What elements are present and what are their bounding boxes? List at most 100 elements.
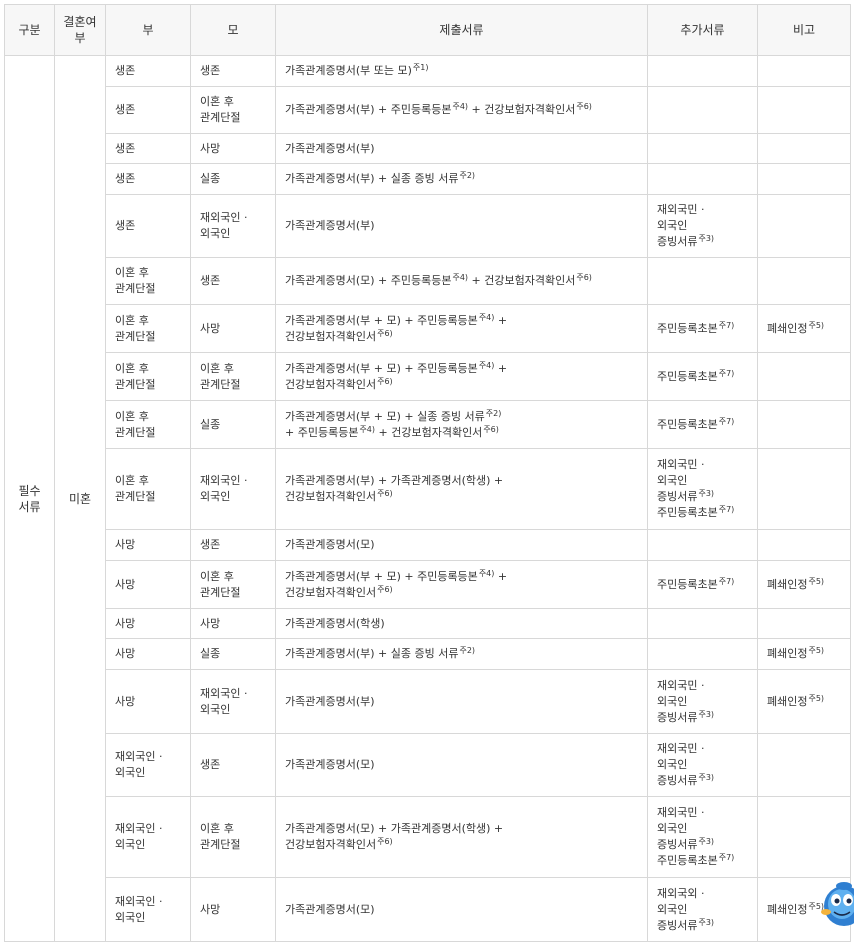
- note-cell: [757, 529, 851, 561]
- table-row: 사망 이혼 후 관계단절 가족관계증명서(부 + 모) + 주민등록등본주4) + 건강…: [5, 560, 851, 609]
- footnote-marker: 주6): [377, 376, 393, 386]
- submit-docs-text: 건강보험자격확인서: [285, 838, 377, 851]
- father-status-cell: 이혼 후 관계단절: [105, 352, 191, 401]
- father-status-cell: 생존: [105, 133, 191, 164]
- footnote-marker: 주5): [808, 693, 825, 703]
- note-cell: 폐쇄인정주5): [757, 669, 851, 734]
- submit-docs-text: 가족관계증명서(부): [285, 219, 375, 232]
- father-status-label: 이혼 후 관계단절: [115, 409, 156, 439]
- submit-docs-line: 가족관계증명서(부 + 모) + 주민등록등본주4) +: [285, 313, 638, 329]
- extra-docs-line: 증빙서류주3): [657, 234, 748, 250]
- submit-docs-text: 가족관계증명서(부) + 가족관계증명서(학생) +: [285, 474, 504, 487]
- mother-status-label: 사망: [200, 141, 221, 155]
- footnote-marker: 주4): [452, 102, 469, 111]
- submit-docs-cell: 가족관계증명서(부) + 가족관계증명서(학생) + 건강보험자격확인서주6): [275, 448, 648, 530]
- father-status-label: 생존: [115, 172, 136, 185]
- mother-status-label: 재외국인 · 외국인: [200, 686, 248, 716]
- extra-docs-text: 증빙서류: [657, 235, 698, 248]
- extra-docs-line: 주민등록초본주7): [657, 321, 748, 337]
- footnote-marker: 주6): [576, 102, 592, 111]
- extra-docs-line: 재외국민 ·: [657, 741, 748, 757]
- footnote-marker: 주3): [698, 837, 715, 846]
- submit-docs-text: 가족관계증명서(모): [285, 758, 375, 771]
- extra-docs-cell: 주민등록초본주7): [647, 304, 758, 353]
- father-status-cell: 사망: [105, 608, 191, 639]
- extra-docs-text: 재외국외 ·: [657, 886, 705, 900]
- extra-docs-text: 증빙서류: [657, 918, 698, 932]
- father-status-cell: 사망: [105, 560, 191, 609]
- submit-docs-line: 가족관계증명서(부): [285, 694, 638, 710]
- note-cell: [757, 448, 851, 530]
- mother-status-cell: 사망: [190, 877, 276, 942]
- father-status-label: 생존: [115, 141, 136, 155]
- footnote-marker: 주6): [377, 837, 393, 846]
- footnote-marker: 주5): [808, 646, 825, 655]
- mother-status-label: 이혼 후 관계단절: [200, 361, 241, 391]
- footnote-marker: 주7): [718, 320, 735, 330]
- submit-docs-text: 가족관계증명서(부) + 실종 증빙 서류: [285, 172, 459, 185]
- mother-status-label: 사망: [200, 321, 221, 335]
- header-mother: 모: [190, 4, 276, 56]
- father-status-label: 생존: [115, 64, 136, 77]
- extra-docs-cell: [647, 257, 758, 305]
- submit-docs-text: 가족관계증명서(부): [285, 694, 375, 708]
- father-status-cell: 재외국인 · 외국인: [105, 796, 191, 878]
- extra-docs-cell: 재외국민 · 외국인 증빙서류주3) 주민등록초본주7): [647, 796, 758, 878]
- extra-docs-line: 증빙서류주3): [657, 918, 748, 934]
- mother-status-label: 생존: [200, 274, 221, 287]
- chatbot-mascot-icon[interactable]: [818, 866, 854, 926]
- mother-status-cell: 실종: [190, 400, 276, 449]
- extra-docs-line: 증빙서류주3): [657, 489, 748, 505]
- table-row: 재외국인 · 외국인 사망 가족관계증명서(모) 재외국외 · 외국인 증빙서류주3) 폐쇄인…: [5, 877, 851, 942]
- footnote-marker: 주4): [478, 568, 495, 578]
- father-status-label: 이혼 후 관계단절: [115, 266, 156, 295]
- footnote-marker: 주2): [485, 408, 502, 418]
- submit-docs-text: 가족관계증명서(부 + 모) + 실종 증빙 서류: [285, 409, 485, 423]
- submit-docs-line: 가족관계증명서(부): [285, 218, 638, 234]
- header-category-label: 구분: [18, 23, 41, 37]
- mother-status-cell: 사망: [190, 304, 276, 353]
- mother-status-label: 실종: [200, 172, 221, 185]
- extra-docs-text: 주민등록초본: [657, 577, 718, 591]
- table-row: 사망 생존 가족관계증명서(모): [5, 529, 851, 561]
- submit-docs-cell: 가족관계증명서(모) + 가족관계증명서(학생) + 건강보험자격확인서주6): [275, 796, 648, 878]
- extra-docs-text: 외국인: [657, 694, 688, 708]
- submit-docs-line: 건강보험자격확인서주6): [285, 585, 638, 601]
- footnote-marker: 주4): [452, 273, 469, 282]
- footnote-marker: 주4): [359, 424, 376, 434]
- mother-status-cell: 생존: [190, 257, 276, 305]
- submit-docs-text: 가족관계증명서(부 + 모) + 주민등록등본: [285, 569, 478, 583]
- mother-status-cell: 사망: [190, 608, 276, 639]
- extra-docs-line: 재외국민 ·: [657, 202, 748, 218]
- footnote-marker: 주6): [483, 424, 499, 434]
- submit-docs-text: +: [494, 313, 508, 327]
- submit-docs-line: 건강보험자격확인서주6): [285, 329, 638, 345]
- note-cell: [757, 55, 851, 87]
- submit-docs-line: 가족관계증명서(부 + 모) + 주민등록등본주4) +: [285, 569, 638, 585]
- footnote-marker: 주3): [698, 489, 715, 498]
- footnote-marker: 주7): [718, 416, 735, 426]
- table-row: 생존 실종 가족관계증명서(부) + 실종 증빙 서류주2): [5, 163, 851, 195]
- extra-docs-cell: 주민등록초본주7): [647, 400, 758, 449]
- extra-docs-text: 외국인: [657, 219, 688, 232]
- extra-docs-line: 증빙서류주3): [657, 773, 748, 789]
- footnote-marker: 주2): [459, 171, 476, 180]
- mother-status-cell: 이혼 후 관계단절: [190, 560, 276, 609]
- father-status-cell: 생존: [105, 86, 191, 134]
- submit-docs-cell: 가족관계증명서(부): [275, 133, 648, 164]
- mother-status-label: 생존: [200, 64, 221, 77]
- submit-docs-text: 가족관계증명서(모): [285, 902, 375, 916]
- submit-docs-text: 가족관계증명서(부) + 주민등록등본: [285, 103, 452, 116]
- submit-docs-line: + 주민등록등본주4) + 건강보험자격확인서주6): [285, 425, 638, 441]
- note-cell: [757, 608, 851, 639]
- submit-docs-text: + 주민등록등본: [285, 425, 359, 439]
- father-status-cell: 재외국인 · 외국인: [105, 733, 191, 797]
- header-note-label: 비고: [792, 23, 816, 37]
- extra-docs-text: 재외국민 ·: [657, 806, 705, 819]
- mother-status-label: 실종: [200, 647, 221, 660]
- mother-status-cell: 이혼 후 관계단절: [190, 352, 276, 401]
- extra-docs-text: 외국인: [657, 822, 688, 835]
- footnote-marker: 주6): [576, 273, 592, 282]
- submit-docs-line: 가족관계증명서(부) + 가족관계증명서(학생) +: [285, 473, 638, 489]
- footnote-marker: 주7): [718, 576, 735, 586]
